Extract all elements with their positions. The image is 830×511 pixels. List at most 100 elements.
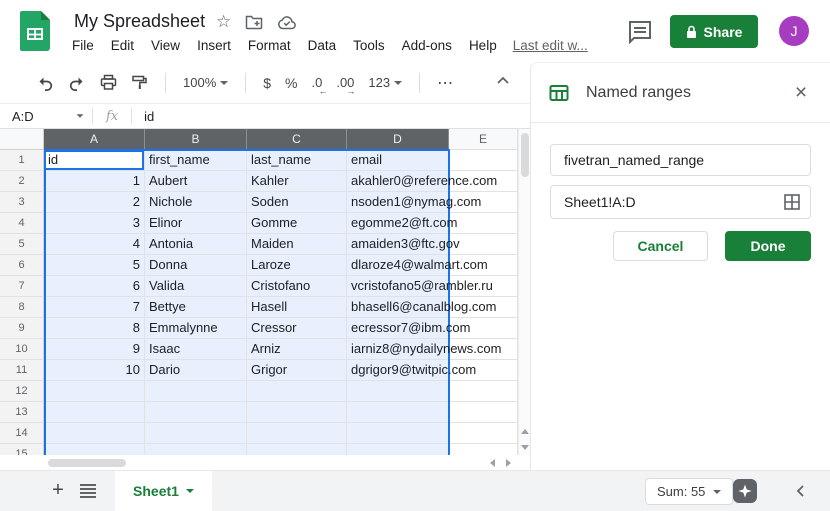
name-box[interactable]: A:D [0,109,92,124]
cell-B11[interactable]: Dario [145,360,247,381]
all-sheets-icon[interactable] [80,484,96,498]
cell-A5[interactable]: 4 [44,234,145,255]
menu-help[interactable]: Help [469,38,497,53]
scroll-right-icon[interactable] [506,459,511,467]
cell-C15[interactable] [247,444,347,455]
done-button[interactable]: Done [725,231,811,261]
range-reference-input[interactable] [550,185,811,219]
select-data-range-icon[interactable] [783,193,801,211]
cell-E14[interactable] [449,423,518,444]
scroll-up-icon[interactable] [521,429,529,434]
cell-B6[interactable]: Donna [145,255,247,276]
cell-A13[interactable] [44,402,145,423]
cell-C1[interactable]: last_name [247,150,347,171]
close-icon[interactable]: × [790,83,812,103]
cell-A11[interactable]: 10 [44,360,145,381]
scroll-down-icon[interactable] [521,445,529,450]
decrease-decimal-button[interactable]: .0 ← [312,75,323,90]
cell-D6[interactable]: dlaroze4@walmart.com [347,255,449,276]
cell-B8[interactable]: Bettye [145,297,247,318]
cell-D9[interactable]: ecressor7@ibm.com [347,318,449,339]
menu-file[interactable]: File [72,38,94,53]
move-folder-icon[interactable] [245,14,263,30]
cell-B14[interactable] [145,423,247,444]
share-button[interactable]: Share [670,15,758,48]
cell-C10[interactable]: Arniz [247,339,347,360]
print-icon[interactable] [100,74,117,91]
cell-C5[interactable]: Maiden [247,234,347,255]
cell-C12[interactable] [247,381,347,402]
horizontal-scrollbar-thumb[interactable] [48,459,126,467]
cell-D3[interactable]: nsoden1@nymag.com [347,192,449,213]
cell-A12[interactable] [44,381,145,402]
menu-edit[interactable]: Edit [111,38,134,53]
menu-data[interactable]: Data [308,38,337,53]
cell-A2[interactable]: 1 [44,171,145,192]
menu-addons[interactable]: Add-ons [402,38,452,53]
zoom-select[interactable]: 100% [183,75,228,90]
cell-C9[interactable]: Cressor [247,318,347,339]
cell-B15[interactable] [145,444,247,455]
cell-D11[interactable]: dgrigor9@twitpic.com [347,360,449,381]
cell-A1[interactable]: id [44,150,145,171]
cell-B7[interactable]: Valida [145,276,247,297]
cell-D5[interactable]: amaiden3@ftc.gov [347,234,449,255]
row-header-1[interactable]: 1 [0,150,44,171]
row-header-5[interactable]: 5 [0,234,44,255]
menu-insert[interactable]: Insert [197,38,231,53]
chevron-left-icon[interactable] [796,484,808,498]
cell-E12[interactable] [449,381,518,402]
document-title[interactable]: My Spreadsheet [74,11,205,32]
cell-A4[interactable]: 3 [44,213,145,234]
cell-B3[interactable]: Nichole [145,192,247,213]
cancel-button[interactable]: Cancel [613,231,708,261]
paint-format-icon[interactable] [131,74,148,91]
cell-D7[interactable]: vcristofano5@rambler.ru [347,276,449,297]
cell-C13[interactable] [247,402,347,423]
cell-D8[interactable]: bhasell6@canalblog.com [347,297,449,318]
row-header-6[interactable]: 6 [0,255,44,276]
cell-D1[interactable]: email [347,150,449,171]
cell-B9[interactable]: Emmalynne [145,318,247,339]
row-header-10[interactable]: 10 [0,339,44,360]
scroll-left-icon[interactable] [490,459,495,467]
avatar[interactable]: J [779,16,809,46]
cell-D15[interactable] [347,444,449,455]
undo-icon[interactable] [36,75,54,91]
cell-A6[interactable]: 5 [44,255,145,276]
row-header-7[interactable]: 7 [0,276,44,297]
cell-B5[interactable]: Antonia [145,234,247,255]
cell-D10[interactable]: iarniz8@nydailynews.com [347,339,449,360]
cloud-saved-icon[interactable] [277,15,297,30]
range-name-input[interactable] [550,144,811,176]
row-header-4[interactable]: 4 [0,213,44,234]
column-header-E[interactable]: E [449,129,518,150]
column-header-C[interactable]: C [247,129,347,150]
add-sheet-button[interactable]: + [47,480,69,502]
cell-B2[interactable]: Aubert [145,171,247,192]
cell-C7[interactable]: Cristofano [247,276,347,297]
row-header-14[interactable]: 14 [0,423,44,444]
cell-B12[interactable] [145,381,247,402]
row-header-2[interactable]: 2 [0,171,44,192]
explore-button[interactable] [733,479,757,503]
cell-A9[interactable]: 8 [44,318,145,339]
cell-D12[interactable] [347,381,449,402]
number-format-button[interactable]: 123 [368,75,402,90]
select-all-corner[interactable] [0,129,44,150]
comment-history-icon[interactable] [626,18,654,46]
collapse-toolbar-icon[interactable] [496,76,510,86]
horizontal-scrollbar[interactable] [0,455,530,470]
increase-decimal-button[interactable]: .00 → [336,75,354,90]
cell-C4[interactable]: Gomme [247,213,347,234]
row-header-11[interactable]: 11 [0,360,44,381]
cell-A3[interactable]: 2 [44,192,145,213]
cell-C14[interactable] [247,423,347,444]
sheets-logo-icon[interactable] [20,11,50,51]
cell-A14[interactable] [44,423,145,444]
vertical-scrollbar[interactable] [518,129,530,455]
cell-A10[interactable]: 9 [44,339,145,360]
redo-icon[interactable] [68,75,86,91]
cell-C11[interactable]: Grigor [247,360,347,381]
menu-view[interactable]: View [151,38,180,53]
